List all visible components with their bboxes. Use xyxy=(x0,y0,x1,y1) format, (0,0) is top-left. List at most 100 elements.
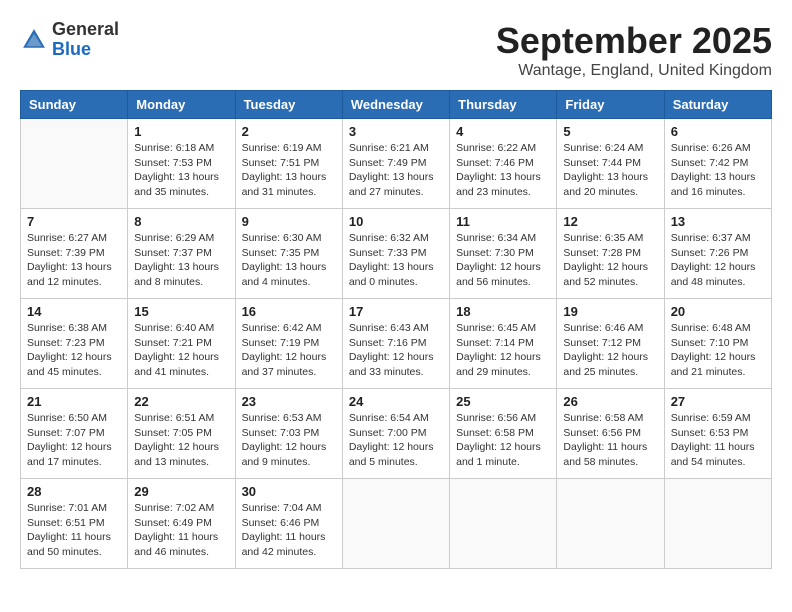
day-number: 16 xyxy=(242,304,336,319)
weekday-header-sunday: Sunday xyxy=(21,91,128,119)
month-title: September 2025 xyxy=(496,20,772,62)
day-info: Sunrise: 6:19 AM Sunset: 7:51 PM Dayligh… xyxy=(242,141,336,200)
day-info: Sunrise: 6:50 AM Sunset: 7:07 PM Dayligh… xyxy=(27,411,121,470)
calendar-cell: 14 Sunrise: 6:38 AM Sunset: 7:23 PM Dayli… xyxy=(21,299,128,389)
calendar-cell: 28 Sunrise: 7:01 AM Sunset: 6:51 PM Dayli… xyxy=(21,479,128,569)
calendar-cell: 4Sunrise: 6:22 AM Sunset: 7:46 PM Daylig… xyxy=(450,119,557,209)
day-number: 23 xyxy=(242,394,336,409)
logo-general: General xyxy=(52,19,119,39)
calendar-cell xyxy=(557,479,664,569)
day-number: 17 xyxy=(349,304,443,319)
calendar-cell: 8 Sunrise: 6:29 AM Sunset: 7:37 PM Daylig… xyxy=(128,209,235,299)
day-info: Sunrise: 6:46 AM Sunset: 7:12 PM Dayligh… xyxy=(563,321,657,380)
calendar-cell: 23 Sunrise: 6:53 AM Sunset: 7:03 PM Dayli… xyxy=(235,389,342,479)
day-number: 12 xyxy=(563,214,657,229)
calendar-week-row: 21 Sunrise: 6:50 AM Sunset: 7:07 PM Dayli… xyxy=(21,389,772,479)
page-header: General Blue September 2025 Wantage, Eng… xyxy=(20,20,772,80)
day-info: Sunrise: 6:27 AM Sunset: 7:39 PM Dayligh… xyxy=(27,231,121,290)
day-info: Sunrise: 6:35 AM Sunset: 7:28 PM Dayligh… xyxy=(563,231,657,290)
location: Wantage, England, United Kingdom xyxy=(496,62,772,80)
day-info: Sunrise: 6:29 AM Sunset: 7:37 PM Dayligh… xyxy=(134,231,228,290)
calendar-cell: 10Sunrise: 6:32 AM Sunset: 7:33 PM Dayli… xyxy=(342,209,449,299)
calendar-cell: 3 Sunrise: 6:21 AM Sunset: 7:49 PM Daylig… xyxy=(342,119,449,209)
day-info: Sunrise: 6:54 AM Sunset: 7:00 PM Dayligh… xyxy=(349,411,443,470)
day-number: 5 xyxy=(563,124,657,139)
day-number: 13 xyxy=(671,214,765,229)
day-info: Sunrise: 6:48 AM Sunset: 7:10 PM Dayligh… xyxy=(671,321,765,380)
logo-text: General Blue xyxy=(52,20,119,60)
day-info: Sunrise: 6:18 AM Sunset: 7:53 PM Dayligh… xyxy=(134,141,228,200)
calendar-cell: 7Sunrise: 6:27 AM Sunset: 7:39 PM Daylig… xyxy=(21,209,128,299)
day-info: Sunrise: 7:02 AM Sunset: 6:49 PM Dayligh… xyxy=(134,501,228,560)
day-info: Sunrise: 6:43 AM Sunset: 7:16 PM Dayligh… xyxy=(349,321,443,380)
day-number: 22 xyxy=(134,394,228,409)
day-info: Sunrise: 6:24 AM Sunset: 7:44 PM Dayligh… xyxy=(563,141,657,200)
day-info: Sunrise: 6:21 AM Sunset: 7:49 PM Dayligh… xyxy=(349,141,443,200)
day-number: 20 xyxy=(671,304,765,319)
calendar-cell: 2Sunrise: 6:19 AM Sunset: 7:51 PM Daylig… xyxy=(235,119,342,209)
day-number: 6 xyxy=(671,124,765,139)
calendar-week-row: 14 Sunrise: 6:38 AM Sunset: 7:23 PM Dayli… xyxy=(21,299,772,389)
day-info: Sunrise: 6:32 AM Sunset: 7:33 PM Dayligh… xyxy=(349,231,443,290)
day-info: Sunrise: 6:45 AM Sunset: 7:14 PM Dayligh… xyxy=(456,321,550,380)
calendar-cell: 15 Sunrise: 6:40 AM Sunset: 7:21 PM Dayli… xyxy=(128,299,235,389)
weekday-header-monday: Monday xyxy=(128,91,235,119)
calendar-cell: 12 Sunrise: 6:35 AM Sunset: 7:28 PM Dayli… xyxy=(557,209,664,299)
day-info: Sunrise: 6:26 AM Sunset: 7:42 PM Dayligh… xyxy=(671,141,765,200)
calendar-cell xyxy=(664,479,771,569)
day-info: Sunrise: 6:30 AM Sunset: 7:35 PM Dayligh… xyxy=(242,231,336,290)
day-number: 8 xyxy=(134,214,228,229)
day-number: 19 xyxy=(563,304,657,319)
day-info: Sunrise: 6:42 AM Sunset: 7:19 PM Dayligh… xyxy=(242,321,336,380)
weekday-header-row: SundayMondayTuesdayWednesdayThursdayFrid… xyxy=(21,91,772,119)
calendar-cell: 25 Sunrise: 6:56 AM Sunset: 6:58 PM Dayli… xyxy=(450,389,557,479)
day-number: 30 xyxy=(242,484,336,499)
weekday-header-wednesday: Wednesday xyxy=(342,91,449,119)
day-info: Sunrise: 7:01 AM Sunset: 6:51 PM Dayligh… xyxy=(27,501,121,560)
calendar-cell: 19 Sunrise: 6:46 AM Sunset: 7:12 PM Dayli… xyxy=(557,299,664,389)
day-number: 25 xyxy=(456,394,550,409)
day-number: 3 xyxy=(349,124,443,139)
day-info: Sunrise: 6:22 AM Sunset: 7:46 PM Dayligh… xyxy=(456,141,550,200)
day-info: Sunrise: 6:59 AM Sunset: 6:53 PM Dayligh… xyxy=(671,411,765,470)
calendar-cell: 5 Sunrise: 6:24 AM Sunset: 7:44 PM Daylig… xyxy=(557,119,664,209)
day-number: 11 xyxy=(456,214,550,229)
calendar-cell xyxy=(21,119,128,209)
calendar-week-row: 1Sunrise: 6:18 AM Sunset: 7:53 PM Daylig… xyxy=(21,119,772,209)
calendar-cell: 11 Sunrise: 6:34 AM Sunset: 7:30 PM Dayli… xyxy=(450,209,557,299)
day-number: 15 xyxy=(134,304,228,319)
day-info: Sunrise: 6:56 AM Sunset: 6:58 PM Dayligh… xyxy=(456,411,550,470)
day-info: Sunrise: 6:34 AM Sunset: 7:30 PM Dayligh… xyxy=(456,231,550,290)
calendar-cell: 20 Sunrise: 6:48 AM Sunset: 7:10 PM Dayli… xyxy=(664,299,771,389)
calendar-cell: 21 Sunrise: 6:50 AM Sunset: 7:07 PM Dayli… xyxy=(21,389,128,479)
calendar-cell: 9 Sunrise: 6:30 AM Sunset: 7:35 PM Daylig… xyxy=(235,209,342,299)
calendar-week-row: 7Sunrise: 6:27 AM Sunset: 7:39 PM Daylig… xyxy=(21,209,772,299)
calendar-cell: 13Sunrise: 6:37 AM Sunset: 7:26 PM Dayli… xyxy=(664,209,771,299)
day-info: Sunrise: 6:53 AM Sunset: 7:03 PM Dayligh… xyxy=(242,411,336,470)
calendar-cell: 16 Sunrise: 6:42 AM Sunset: 7:19 PM Dayli… xyxy=(235,299,342,389)
logo-icon xyxy=(20,26,48,54)
calendar-cell: 27Sunrise: 6:59 AM Sunset: 6:53 PM Dayli… xyxy=(664,389,771,479)
calendar-cell: 22 Sunrise: 6:51 AM Sunset: 7:05 PM Dayli… xyxy=(128,389,235,479)
calendar-cell xyxy=(450,479,557,569)
day-number: 9 xyxy=(242,214,336,229)
day-number: 14 xyxy=(27,304,121,319)
day-number: 24 xyxy=(349,394,443,409)
day-number: 18 xyxy=(456,304,550,319)
day-info: Sunrise: 7:04 AM Sunset: 6:46 PM Dayligh… xyxy=(242,501,336,560)
day-info: Sunrise: 6:51 AM Sunset: 7:05 PM Dayligh… xyxy=(134,411,228,470)
calendar-cell: 1Sunrise: 6:18 AM Sunset: 7:53 PM Daylig… xyxy=(128,119,235,209)
calendar-cell: 17 Sunrise: 6:43 AM Sunset: 7:16 PM Dayli… xyxy=(342,299,449,389)
calendar-cell xyxy=(342,479,449,569)
calendar-cell: 30 Sunrise: 7:04 AM Sunset: 6:46 PM Dayli… xyxy=(235,479,342,569)
day-number: 26 xyxy=(563,394,657,409)
day-info: Sunrise: 6:40 AM Sunset: 7:21 PM Dayligh… xyxy=(134,321,228,380)
weekday-header-thursday: Thursday xyxy=(450,91,557,119)
calendar-cell: 29Sunrise: 7:02 AM Sunset: 6:49 PM Dayli… xyxy=(128,479,235,569)
day-info: Sunrise: 6:38 AM Sunset: 7:23 PM Dayligh… xyxy=(27,321,121,380)
day-info: Sunrise: 6:58 AM Sunset: 6:56 PM Dayligh… xyxy=(563,411,657,470)
weekday-header-friday: Friday xyxy=(557,91,664,119)
day-number: 21 xyxy=(27,394,121,409)
day-number: 28 xyxy=(27,484,121,499)
logo-blue: Blue xyxy=(52,39,91,59)
